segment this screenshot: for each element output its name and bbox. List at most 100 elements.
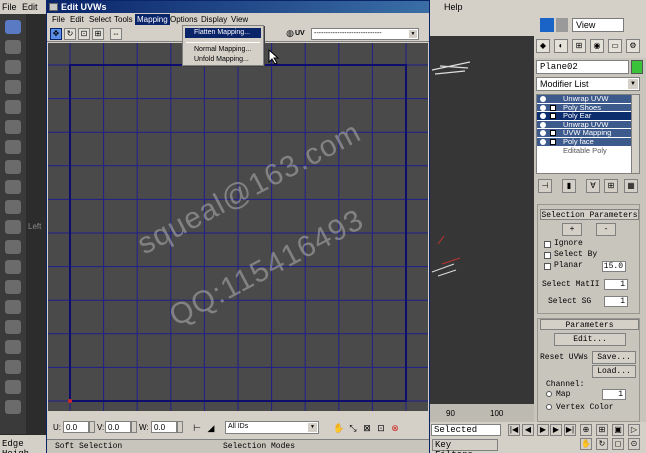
uv-toggle[interactable]: UV [295, 30, 305, 37]
expand-icon[interactable] [550, 138, 556, 145]
v-field[interactable]: 0.0 [105, 421, 131, 433]
pin-stack-icon[interactable]: ⊣ [538, 179, 552, 193]
object-color-swatch[interactable] [631, 60, 643, 74]
lightbulb-icon[interactable] [540, 96, 546, 102]
scale-tool-icon[interactable]: ⊡ [78, 28, 90, 40]
menu-help[interactable]: Help [444, 2, 463, 12]
tool-icon[interactable] [5, 400, 21, 414]
tool-icon[interactable] [5, 140, 21, 154]
matid-spinner[interactable]: 1 [604, 279, 628, 290]
select-by-checkbox[interactable] [544, 252, 551, 259]
zoom-icon[interactable]: ⤡ [347, 422, 359, 434]
lightbulb-icon[interactable] [540, 121, 546, 128]
edge-height-field[interactable]: Edge Heigh [0, 435, 46, 453]
vertex-color-radio[interactable] [546, 404, 552, 410]
modifier-list-dropdown[interactable]: Modifier List ▼ [536, 77, 640, 91]
tool-icon[interactable] [5, 60, 21, 74]
tool-icon[interactable] [5, 180, 21, 194]
walk-icon[interactable]: ⊙ [628, 438, 640, 450]
tool-icon[interactable] [5, 260, 21, 274]
sg-spinner[interactable]: 1 [604, 296, 628, 307]
select-sg-button[interactable]: Select SG [548, 297, 591, 306]
object-name-field[interactable]: Plane02 [536, 60, 629, 74]
expand-icon[interactable] [550, 130, 556, 137]
rollout-title[interactable]: Selection Parameters [540, 209, 639, 220]
selection-modes-rollout[interactable]: Selection Modes [223, 442, 295, 451]
configure-sets-icon[interactable]: ▦ [624, 179, 638, 193]
goto-start-icon[interactable]: |◀ [508, 424, 520, 436]
expand-icon[interactable] [550, 113, 556, 120]
lock-icon[interactable]: ⊢ [191, 422, 203, 434]
select-matid-button[interactable]: Select MatII [542, 280, 600, 289]
freeform-tool-icon[interactable]: ⊞ [92, 28, 104, 40]
ignore-checkbox[interactable] [544, 241, 551, 248]
modifier-stack[interactable]: Unwrap UVW Poly Shoes Poly Ear Unwrap UV… [536, 94, 640, 174]
zoom-all-icon[interactable]: ⊞ [596, 424, 608, 436]
menu-edit[interactable]: Edit [22, 2, 38, 12]
display-tab-icon[interactable]: ▭ [608, 39, 622, 53]
next-frame-icon[interactable]: ▶ [550, 424, 562, 436]
move-tool-icon[interactable]: ✥ [50, 28, 62, 40]
flatten-mapping-item[interactable]: Flatten Mapping... [185, 28, 261, 38]
hierarchy-tab-icon[interactable]: ⊞ [572, 39, 586, 53]
grid-snap-icon[interactable]: ⊗ [389, 422, 401, 434]
key-filters-button[interactable]: Key Filters... [432, 439, 498, 453]
paint-select-icon[interactable]: ◢ [205, 422, 217, 434]
utilities-tab-icon[interactable]: ⚙ [626, 39, 640, 53]
planar-angle-spinner[interactable]: 15.0 [602, 261, 626, 272]
menu-display[interactable]: Display [199, 14, 229, 25]
create-tab-icon[interactable]: ◆ [536, 39, 550, 53]
stack-item[interactable]: Editable Poly [537, 146, 639, 156]
v-spinner[interactable] [131, 421, 137, 433]
pan-icon[interactable]: ✋ [580, 438, 592, 450]
lightbulb-icon[interactable] [540, 130, 546, 137]
menu-tools[interactable]: Tools [112, 14, 135, 25]
w-spinner[interactable] [177, 421, 183, 433]
tool-icon[interactable] [5, 80, 21, 94]
menu-mapping[interactable]: Mapping [135, 14, 170, 25]
menu-select[interactable]: Select [87, 14, 113, 25]
map-radio[interactable] [546, 391, 552, 397]
zoom-region-icon[interactable]: ⊠ [361, 422, 373, 434]
zoom-icon[interactable]: ⊕ [580, 424, 592, 436]
texture-dropdown[interactable]: ----------------------------- ▼ [311, 28, 419, 40]
unfold-mapping-item[interactable]: Unfold Mapping... [185, 55, 261, 65]
window-titlebar[interactable]: Edit UVWs [47, 1, 429, 13]
make-unique-icon[interactable]: ∀ [586, 179, 600, 193]
zoom-extents-icon[interactable]: ⊡ [375, 422, 387, 434]
rotate-tool-icon[interactable]: ↻ [64, 28, 76, 40]
tool-icon[interactable] [5, 120, 21, 134]
tool-icon[interactable] [5, 340, 21, 354]
tool-icon[interactable] [5, 320, 21, 334]
menu-options[interactable]: Options [168, 14, 200, 25]
menu-file[interactable]: File [50, 14, 67, 25]
fov-icon[interactable]: ▷ [628, 424, 640, 436]
rollout-title[interactable]: Parameters [540, 319, 639, 330]
grow-selection-button[interactable]: + [562, 223, 582, 236]
tool-icon[interactable] [5, 300, 21, 314]
orbit-icon[interactable]: ↻ [596, 438, 608, 450]
tool-icon[interactable] [5, 240, 21, 254]
menu-file[interactable]: File [2, 2, 17, 12]
remove-modifier-icon[interactable]: ⊞ [604, 179, 618, 193]
ids-dropdown[interactable]: All IDs ▼ [225, 421, 319, 434]
lightbulb-icon[interactable] [540, 138, 546, 145]
w-field[interactable]: 0.0 [151, 421, 177, 433]
u-field[interactable]: 0.0 [63, 421, 89, 433]
u-spinner[interactable] [89, 421, 95, 433]
menu-view[interactable]: View [229, 14, 250, 25]
stack-scrollbar[interactable] [631, 95, 639, 173]
background-viewport[interactable] [430, 14, 534, 412]
soft-selection-rollout[interactable]: Soft Selection [55, 442, 122, 451]
planar-checkbox[interactable] [544, 263, 551, 270]
pan-icon[interactable]: ✋ [333, 422, 345, 434]
expand-icon[interactable] [550, 104, 556, 111]
play-icon[interactable]: ▶ [537, 424, 549, 436]
zoom-extents-icon[interactable]: ▣ [612, 424, 624, 436]
view-dropdown[interactable]: View [572, 18, 624, 32]
mirror-tool-icon[interactable]: ⇔ [110, 28, 122, 40]
tool-icon[interactable] [5, 40, 21, 54]
normal-mapping-item[interactable]: Normal Mapping... [185, 45, 261, 55]
prev-frame-icon[interactable]: ◀ [522, 424, 534, 436]
tool-icon[interactable] [5, 160, 21, 174]
